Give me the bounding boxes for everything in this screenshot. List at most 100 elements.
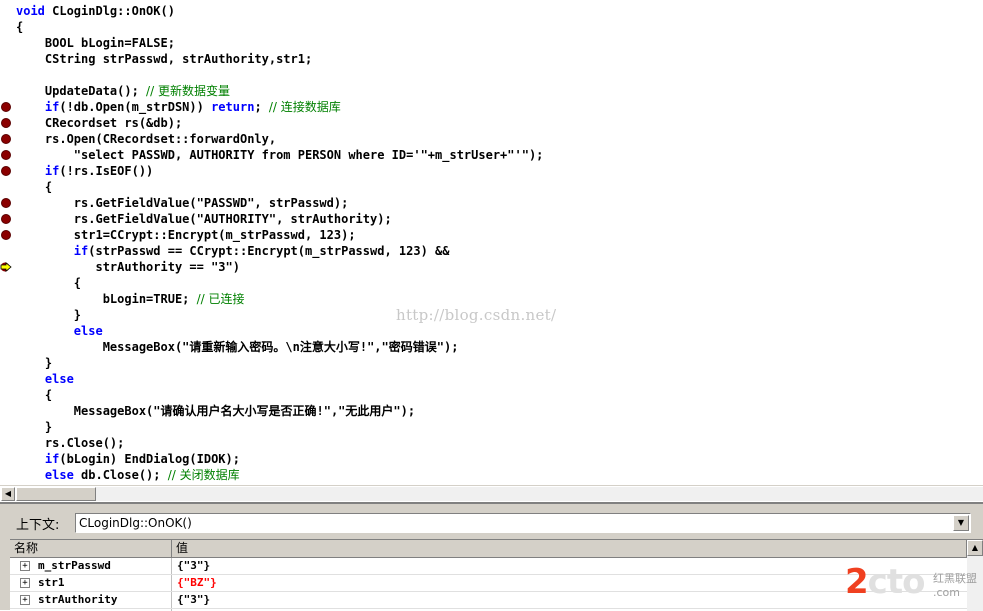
code-line[interactable]: MessageBox("请确认用户名大小写是否正确!","无此用户"); (16, 403, 415, 419)
code-line[interactable]: if(strPasswd == CCrypt::Encrypt(m_strPas… (16, 243, 450, 259)
code-comment: // 更新数据变量 (146, 84, 230, 98)
code-line[interactable]: BOOL bLogin=FALSE; (16, 35, 175, 51)
code-text: } (16, 420, 53, 434)
watermark-text: http://blog.csdn.net/ (396, 306, 557, 324)
code-text: else (44, 372, 74, 386)
code-text: { (16, 388, 53, 402)
chevron-down-icon[interactable]: ▼ (953, 515, 969, 531)
code-line[interactable]: MessageBox("请重新输入密码。\n注意大小写!","密码错误"); (16, 339, 459, 355)
code-line[interactable]: strAuthority == "3") (16, 259, 240, 275)
code-comment: // 已连接 (196, 292, 245, 306)
scroll-left-button[interactable]: ◀ (1, 487, 15, 501)
breakpoint-icon[interactable] (1, 102, 11, 112)
breakpoint-icon[interactable] (1, 134, 11, 144)
code-text: str1=CCrypt::Encrypt(m_strPasswd, 123); (16, 228, 356, 242)
code-line[interactable]: else (16, 323, 103, 339)
code-line[interactable]: rs.GetFieldValue("PASSWD", strPasswd); (16, 195, 349, 211)
column-header-name[interactable]: 名称 (10, 540, 172, 557)
context-value: CLoginDlg::OnOK() (79, 516, 192, 530)
code-text: else (73, 324, 103, 338)
scroll-thumb[interactable] (16, 487, 96, 501)
code-line[interactable]: UpdateData(); // 更新数据变量 (16, 83, 230, 99)
code-text: rs.GetFieldValue("AUTHORITY", strAuthori… (16, 212, 392, 226)
code-line[interactable]: { (16, 179, 52, 195)
breakpoint-icon[interactable] (1, 214, 11, 224)
breakpoint-icon[interactable] (1, 150, 11, 160)
code-line[interactable]: rs.GetFieldValue("AUTHORITY", strAuthori… (16, 211, 392, 227)
code-line[interactable]: else (16, 371, 74, 387)
site-logo: 2cto 红黑联盟 .com (845, 562, 983, 608)
expand-icon[interactable]: + (20, 561, 30, 571)
code-line[interactable]: CRecordset rs(&db); (16, 115, 182, 131)
breakpoint-icon[interactable] (1, 198, 11, 208)
expand-icon[interactable]: + (20, 578, 30, 588)
code-text: else db.Close(); (44, 468, 168, 482)
code-text: if(bLogin) EndDialog(IDOK); (44, 452, 240, 466)
variable-name: m_strPasswd (38, 559, 111, 572)
breakpoint-gutter[interactable] (0, 0, 14, 485)
code-line[interactable]: bLogin=TRUE; // 已连接 (16, 291, 245, 307)
variables-pane: 上下文: CLoginDlg::OnOK() ▼ 名称 值 + m_strPas… (0, 502, 983, 611)
breakpoint-icon[interactable] (1, 166, 11, 176)
code-text: if(strPasswd == CCrypt::Encrypt(m_strPas… (73, 244, 450, 258)
code-text: CString strPasswd, strAuthority,str1; (16, 52, 313, 66)
code-line[interactable]: } (16, 419, 52, 435)
breakpoint-icon[interactable] (1, 230, 11, 240)
grid-header: 名称 值 (10, 540, 967, 558)
code-line[interactable]: str1=CCrypt::Encrypt(m_strPasswd, 123); (16, 227, 356, 243)
scroll-track[interactable] (96, 487, 983, 501)
table-row[interactable]: + strAuthority {"3"} (10, 592, 967, 609)
code-text: { (16, 276, 82, 290)
variable-value: {"3"} (177, 559, 211, 572)
context-label: 上下文: (16, 518, 60, 533)
code-line[interactable]: else db.Close(); // 关闭数据库 (16, 467, 240, 483)
code-line[interactable]: if(!rs.IsEOF()) (16, 163, 153, 179)
code-line[interactable]: rs.Close(); (16, 435, 124, 451)
expand-icon[interactable]: + (20, 595, 30, 605)
logo-cn-text: 红黑联盟 (933, 572, 977, 585)
code-line[interactable]: if(!db.Open(m_strDSN)) return; // 连接数据库 (16, 99, 341, 115)
code-line[interactable]: "select PASSWD, AUTHORITY from PERSON wh… (16, 147, 544, 163)
code-text: bLogin=TRUE; (16, 292, 197, 306)
variable-value: {"BZ"} (177, 576, 217, 589)
code-text: if(!rs.IsEOF()) (44, 164, 154, 178)
code-line[interactable]: if(bLogin) EndDialog(IDOK); (16, 451, 240, 467)
code-text: strAuthority == "3") (16, 260, 240, 274)
code-editor[interactable]: void CLoginDlg::OnOK(){ BOOL bLogin=FALS… (0, 0, 983, 485)
code-text: if(!db.Open(m_strDSN)) return; (44, 100, 269, 114)
code-line[interactable]: } (16, 355, 52, 371)
code-text: rs.Open(CRecordset::forwardOnly, (16, 132, 277, 146)
current-line-arrow-icon (0, 262, 12, 272)
variable-name: str1 (38, 576, 65, 589)
context-dropdown[interactable]: CLoginDlg::OnOK() ▼ (75, 513, 971, 533)
code-line[interactable]: } (16, 307, 81, 323)
code-line[interactable]: { (16, 387, 52, 403)
column-header-value[interactable]: 值 (172, 540, 967, 557)
code-text: { (16, 20, 24, 34)
code-line[interactable]: { (16, 19, 23, 35)
code-line[interactable]: { (16, 275, 81, 291)
code-text: MessageBox("请重新输入密码。\n注意大小写!","密码错误"); (16, 340, 459, 354)
code-text: rs.Close(); (16, 436, 125, 450)
code-text: BOOL bLogin=FALSE; (16, 36, 175, 50)
table-row[interactable]: + str1 {"BZ"} (10, 575, 967, 592)
pane-grip[interactable] (0, 504, 10, 610)
breakpoint-icon[interactable] (1, 118, 11, 128)
code-comment: // 连接数据库 (268, 100, 341, 114)
code-text: } (16, 308, 82, 322)
code-text: MessageBox("请确认用户名大小写是否正确!","无此用户"); (16, 404, 416, 418)
code-comment: // 关闭数据库 (167, 468, 240, 482)
code-line[interactable]: void CLoginDlg::OnOK() (16, 3, 175, 19)
logo-mark: 2cto (845, 562, 925, 602)
horizontal-scrollbar[interactable]: ◀ (0, 485, 983, 502)
code-text: CRecordset rs(&db); (16, 116, 183, 130)
watch-grid: 名称 值 + m_strPasswd {"3"} + str1 {"BZ"} +… (10, 539, 983, 611)
code-text: { (16, 180, 53, 194)
logo-url-text: .com (933, 586, 960, 599)
table-row[interactable]: + m_strPasswd {"3"} (10, 558, 967, 575)
code-line[interactable]: CString strPasswd, strAuthority,str1; (16, 51, 312, 67)
code-text: UpdateData(); (16, 84, 147, 98)
code-line[interactable]: rs.Open(CRecordset::forwardOnly, (16, 131, 276, 147)
scroll-up-button[interactable]: ▲ (967, 540, 983, 556)
variable-value: {"3"} (177, 593, 211, 606)
